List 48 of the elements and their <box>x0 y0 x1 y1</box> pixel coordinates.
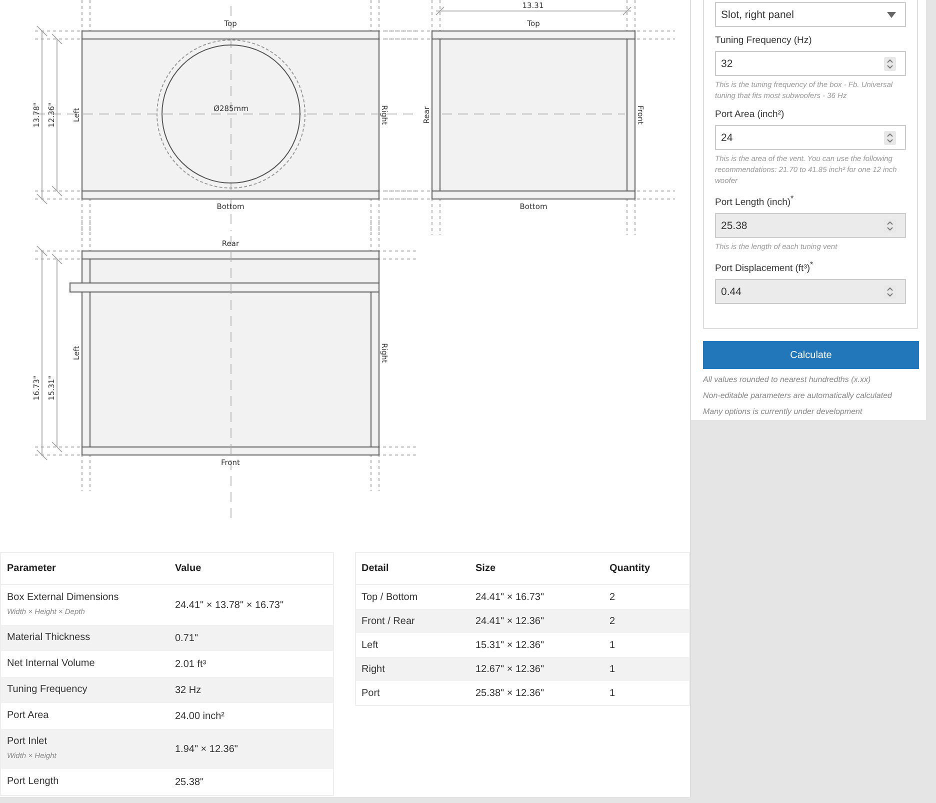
table-cell: 1.94" × 12.36" <box>175 744 238 754</box>
parameter-name: Net Internal Volume <box>7 657 96 671</box>
parameter-name: Port Inlet <box>7 735 48 749</box>
spinner-icon[interactable] <box>884 130 896 144</box>
column-header: Parameter <box>0 552 169 584</box>
table-cell: 24.41" × 16.73" <box>476 592 544 602</box>
table-cell: 12.67" × 12.36" <box>476 664 544 674</box>
number-input[interactable]: 24 <box>715 125 906 150</box>
table-cell: 1 <box>610 664 616 674</box>
spinner-icon[interactable] <box>884 56 896 70</box>
table-cell: Right <box>362 664 385 674</box>
info-note: Many options is currently under development <box>703 407 864 418</box>
table-cell: 15.31" × 12.36" <box>476 640 544 650</box>
table-cell: 24.41" × 12.36" <box>476 616 544 626</box>
parameter-name: Tuning Frequency <box>7 683 88 697</box>
table-cell: 0.71" <box>175 632 198 644</box>
port-type-select[interactable]: Slot, right panel <box>715 2 906 27</box>
table-cell: 25.38" × 12.36" <box>476 688 544 698</box>
column-header: Size <box>470 552 604 584</box>
table-cell: 2 <box>610 616 616 626</box>
column-header: Value <box>169 552 333 584</box>
field-label: Port Length (inch)$^{*}$ <box>715 194 795 208</box>
table-cell: 2.01 ft³ <box>175 658 206 670</box>
table-cell: Port <box>362 688 380 698</box>
column-header: Quantity <box>604 552 690 584</box>
table-cell: Top / Bottom <box>362 592 418 602</box>
table-cell: Left <box>362 640 378 650</box>
table-cell: 1 <box>610 640 616 650</box>
parameter-name: Box External Dimensions <box>7 591 120 605</box>
dropdown-caret-icon <box>887 12 896 18</box>
table-cell: 25.38" <box>175 776 204 788</box>
field-label: Port Displacement (ft³)$^{*}$ <box>715 260 814 274</box>
parameter-name: Port Area <box>7 709 50 723</box>
field-label: Tuning Frequency (Hz) <box>715 35 813 46</box>
table-cell: 24.41" × 13.78" × 16.73" <box>175 600 284 610</box>
number-input[interactable]: 32 <box>715 51 906 76</box>
table-cell: 32 Hz <box>175 684 202 696</box>
info-note: All values rounded to nearest hundredths (x.xx) <box>703 375 872 386</box>
table-cell: Front / Rear <box>362 616 415 626</box>
column-header: Detail <box>355 552 470 584</box>
parameter-name: Material Thickness <box>7 631 92 645</box>
calculate-button[interactable]: Calculate <box>703 341 919 370</box>
info-note: Non-editable parameters are automatically calculated <box>703 391 893 402</box>
table-cell: 2 <box>610 592 616 602</box>
field-label: Port Area (inch²) <box>715 109 786 120</box>
parameter-name: Port Length <box>7 775 60 789</box>
table-cell: 24.00 inch² <box>175 710 224 722</box>
table-cell: 1 <box>610 688 616 698</box>
